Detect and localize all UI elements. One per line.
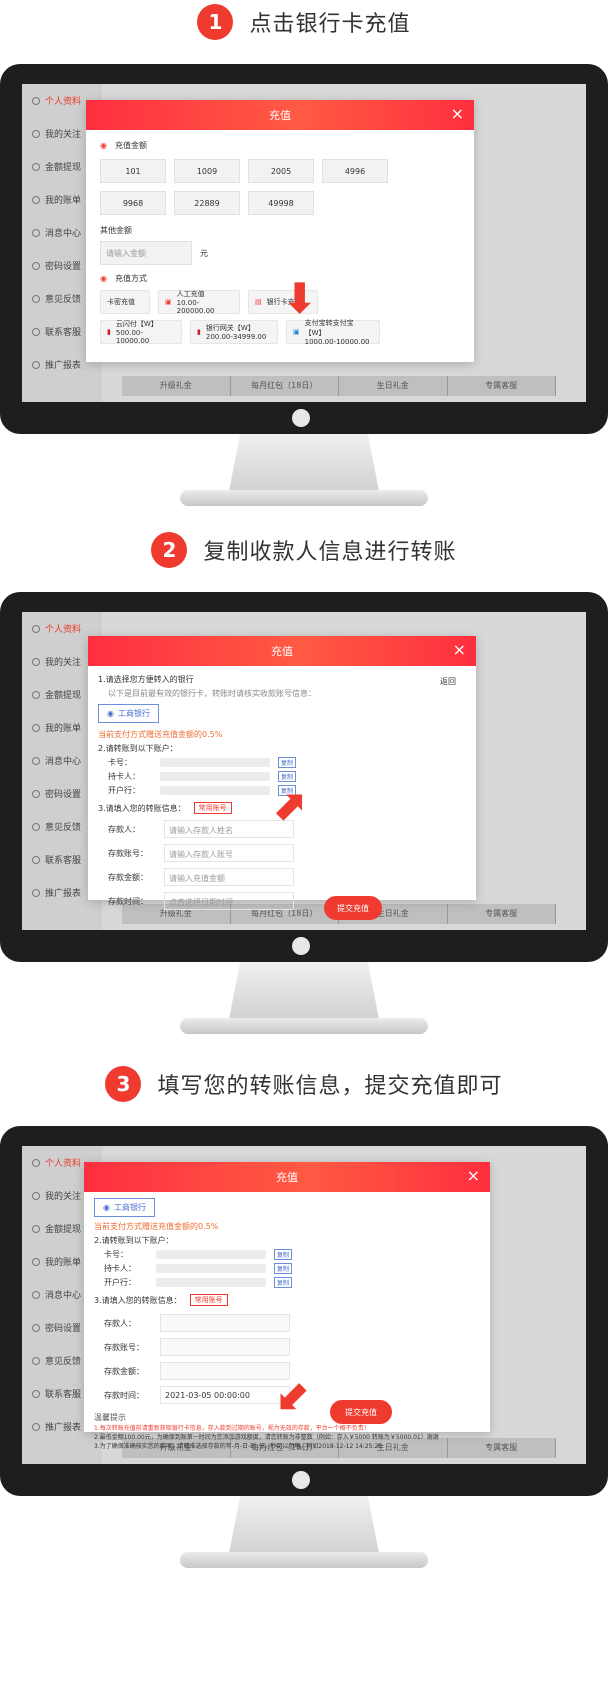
amount-option[interactable]: 1009 xyxy=(174,159,240,183)
bank-option[interactable]: ◉ 工商银行 xyxy=(94,1198,155,1217)
apple-logo-icon xyxy=(292,937,310,955)
step-number: 3 xyxy=(105,1066,142,1102)
monitor-3: 个人资料 我的关注 金额提现 我的账单 消息中心 密码设置 意见反馈 联系客服 … xyxy=(0,1126,608,1568)
payment-card-secret[interactable]: 卡密充值 xyxy=(100,290,150,314)
monitor-1: 个人资料 我的关注 金额提现 我的账单 消息中心 密码设置 意见反馈 联系客服 … xyxy=(0,64,608,506)
apple-logo-icon xyxy=(292,409,310,427)
step-3-header: 3 填写您的转账信息，提交充值即可 xyxy=(0,1062,608,1106)
step-title: 复制收款人信息进行转账 xyxy=(203,540,457,565)
amount-option[interactable]: 101 xyxy=(100,159,166,183)
payment-unionpay[interactable]: ▮ 云闪付【W】 500.00-10000.00 xyxy=(100,320,182,345)
arrow-icon: ⬇ xyxy=(282,274,318,323)
submit-button[interactable]: 提交充值 xyxy=(330,1400,392,1424)
close-icon[interactable]: × xyxy=(451,104,464,123)
step-number: 2 xyxy=(151,532,188,568)
bottom-tabs: 升级礼金 每月红包（18日） 生日礼金 专属客服 xyxy=(122,376,556,396)
completed-transfer-modal: 充值 × ◉ 工商银行 当前支付方式赠送充值金额的0.5% 2.请转账到以下账户： … xyxy=(84,1162,490,1450)
submit-button[interactable]: 提交充值 xyxy=(324,896,382,920)
step-title: 点击银行卡充值 xyxy=(249,12,411,37)
amount-option[interactable]: 49998 xyxy=(248,191,314,215)
payment-gateway[interactable]: ▮ 银行网关【W】 200.00-34999.00 xyxy=(190,320,278,344)
step-number: 1 xyxy=(197,4,234,40)
monitor-2: 个人资料 我的关注 金额提现 我的账单 消息中心 密码设置 意见反馈 联系客服 … xyxy=(0,592,608,1034)
other-amount-input[interactable]: 请输入金额 xyxy=(100,241,192,265)
step-1-header: 1 点击银行卡充值 xyxy=(0,0,608,44)
step-2-header: 2 复制收款人信息进行转账 xyxy=(0,528,608,572)
amount-option[interactable]: 9968 xyxy=(100,191,166,215)
bank-transfer-modal: 充值 × 1.请选择您方便转入的银行 以下是目前最有效的银行卡，转账时请核实收款账… xyxy=(88,636,476,920)
recharge-modal: 充值 × ◉ 充值金额 101 1009 2005 4996 9968 22889 … xyxy=(86,100,474,362)
payment-alipay[interactable]: ▣ 支付宝转支付宝【W】 1000.00-10000.00 xyxy=(286,319,380,346)
close-icon[interactable]: × xyxy=(453,640,466,659)
step-title: 填写您的转账信息，提交充值即可 xyxy=(157,1074,503,1099)
apple-logo-icon xyxy=(292,1471,310,1489)
back-button[interactable]: 返回 xyxy=(440,676,456,687)
bank-option[interactable]: ◉ 工商银行 xyxy=(98,704,159,723)
amount-option[interactable]: 4996 xyxy=(322,159,388,183)
payment-manual[interactable]: ▣ 人工充值 10.00-200000.00 xyxy=(158,290,240,315)
amount-option[interactable]: 22889 xyxy=(174,191,240,215)
amount-option[interactable]: 2005 xyxy=(248,159,314,183)
close-icon[interactable]: × xyxy=(467,1166,480,1185)
